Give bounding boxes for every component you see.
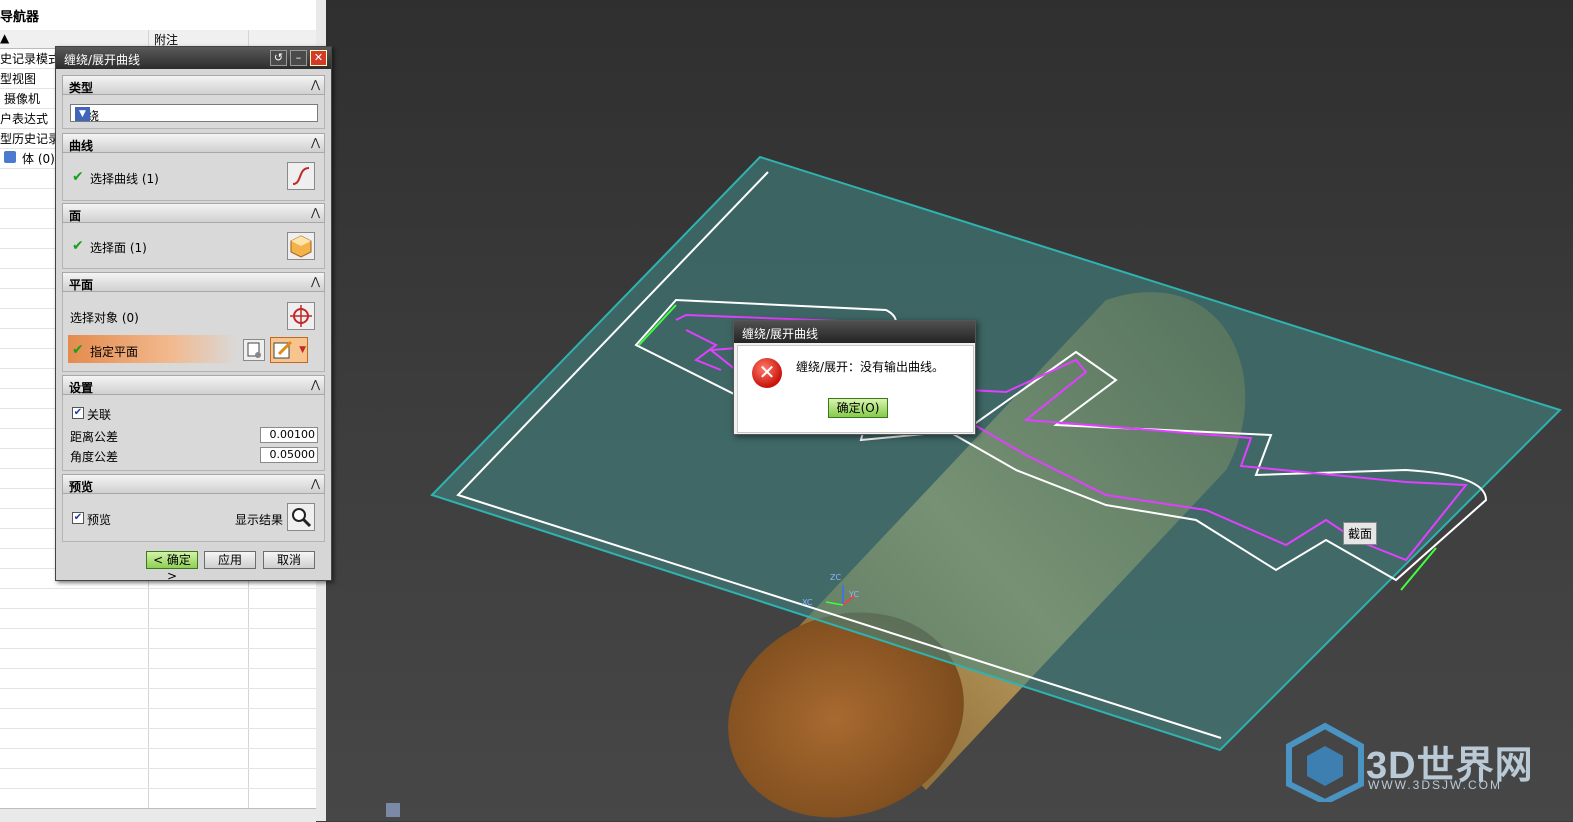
watermark-url: WWW.3DSJW.COM (1368, 778, 1502, 792)
show-result-label: 显示结果 (235, 513, 284, 527)
group-type-header[interactable]: 类型 ⋀ (62, 75, 325, 95)
nav-item-label: 摄像机 (4, 92, 41, 106)
message-ok-button[interactable]: 确定(O) (828, 398, 888, 418)
nav-item-label: 型视图 (0, 72, 37, 86)
nav-item-label: 户表达式 (0, 112, 49, 126)
group-curve-header[interactable]: 曲线 ⋀ (62, 133, 325, 153)
check-icon: ✔ (72, 238, 84, 254)
collapse-icon[interactable]: ⋀ (311, 378, 320, 391)
preview-checkbox[interactable]: ✔ (72, 512, 84, 524)
axis-zc-label: ZC (830, 573, 841, 582)
axis-xc-label: XC (802, 598, 813, 607)
plane-dialog-button[interactable] (243, 339, 265, 361)
message-box-body: ✕ 缠绕/展开：没有输出曲线。 确定(O) (737, 345, 974, 433)
group-preview-label: 预览 (69, 480, 94, 494)
select-object-button[interactable] (287, 302, 315, 330)
collapse-icon[interactable]: ⋀ (311, 78, 320, 91)
reset-icon[interactable]: ↺ (270, 50, 287, 66)
angle-tolerance-label: 角度公差 (70, 450, 119, 464)
nav-item-label: 型历史记录 (0, 132, 61, 146)
distance-tolerance-field[interactable]: 0.00100 (260, 427, 318, 443)
crosshair-icon (290, 305, 312, 327)
ok-button[interactable]: < 确定 > (146, 551, 198, 583)
close-icon[interactable]: ✕ (310, 50, 327, 66)
check-icon: ✔ (72, 342, 84, 358)
collapse-icon[interactable]: ⋀ (311, 275, 320, 288)
preview-label: 预览 (87, 513, 112, 527)
error-icon: ✕ (752, 358, 782, 388)
specify-plane-label: 指定平面 (90, 345, 139, 359)
body-feature-icon (4, 151, 16, 163)
face-select-button[interactable] (287, 232, 315, 260)
wrap-unwrap-dialog: 缠绕/展开曲线 ↺ – ✕ 类型 ⋀ 缠绕 ▼ 曲线 ⋀ ✔ 选择曲线 (1) … (55, 46, 332, 583)
type-dropdown[interactable]: 缠绕 ▼ (70, 104, 318, 123)
dialog-titlebar[interactable]: 缠绕/展开曲线 ↺ – ✕ (56, 47, 331, 69)
group-preview-header[interactable]: 预览 ⋀ (62, 474, 325, 494)
select-object-label: 选择对象 (0) (70, 311, 139, 325)
error-message-text: 缠绕/展开：没有输出曲线。 (796, 360, 945, 374)
navigator-title: 导航器 (0, 10, 40, 25)
group-plane-label: 平面 (69, 278, 94, 292)
chevron-down-icon[interactable]: ▼ (299, 345, 306, 355)
group-curve-label: 曲线 (69, 139, 94, 153)
group-settings-header[interactable]: 设置 ⋀ (62, 375, 325, 395)
spline-curve-icon (292, 167, 310, 185)
cancel-button[interactable]: 取消 (263, 551, 315, 569)
group-settings-label: 设置 (69, 381, 94, 395)
nav-item-label: 体 (0) (22, 152, 55, 166)
apply-button[interactable]: 应用 (204, 551, 256, 569)
group-face-header[interactable]: 面 ⋀ (62, 203, 325, 223)
check-icon: ✔ (72, 169, 84, 185)
curve-select-button[interactable] (287, 162, 315, 190)
section-label: 截面 (1343, 522, 1378, 545)
minimize-icon[interactable]: – (290, 50, 307, 66)
select-curve-label: 选择曲线 (1) (90, 172, 159, 186)
collapse-icon[interactable]: ⋀ (311, 477, 320, 490)
group-face-label: 面 (69, 209, 82, 223)
distance-tolerance-label: 距离公差 (70, 430, 119, 444)
plane-inferred-icon (273, 340, 293, 359)
associative-label: 关联 (87, 408, 112, 422)
group-type-label: 类型 (69, 81, 94, 95)
associative-checkbox[interactable]: ✔ (72, 407, 84, 419)
show-result-button[interactable] (287, 503, 315, 531)
error-message-box: 缠绕/展开曲线 ✕ 缠绕/展开：没有输出曲线。 确定(O) (733, 320, 976, 435)
magnifier-icon (292, 508, 312, 528)
collapse-icon[interactable]: ⋀ (311, 136, 320, 149)
navigator-horizontal-scrollbar[interactable] (0, 808, 316, 822)
dialog-title: 缠绕/展开曲线 (64, 53, 141, 67)
collapse-icon[interactable]: ⋀ (311, 206, 320, 219)
select-face-label: 选择面 (1) (90, 241, 147, 255)
message-box-titlebar[interactable]: 缠绕/展开曲线 (734, 321, 975, 343)
axis-yc-label: YC (848, 590, 859, 599)
cube-face-icon (290, 235, 312, 258)
sheet-plane (430, 155, 1562, 752)
inferred-plane-button[interactable]: ▼ (270, 337, 308, 363)
dropdown-arrow-icon[interactable]: ▼ (75, 107, 90, 121)
plane-dialog-icon (247, 342, 261, 358)
group-plane-header[interactable]: 平面 ⋀ (62, 272, 325, 292)
nav-item-label: 史记录模式 (0, 52, 61, 66)
message-box-title: 缠绕/展开曲线 (742, 327, 819, 341)
angle-tolerance-field[interactable]: 0.05000 (260, 447, 318, 463)
